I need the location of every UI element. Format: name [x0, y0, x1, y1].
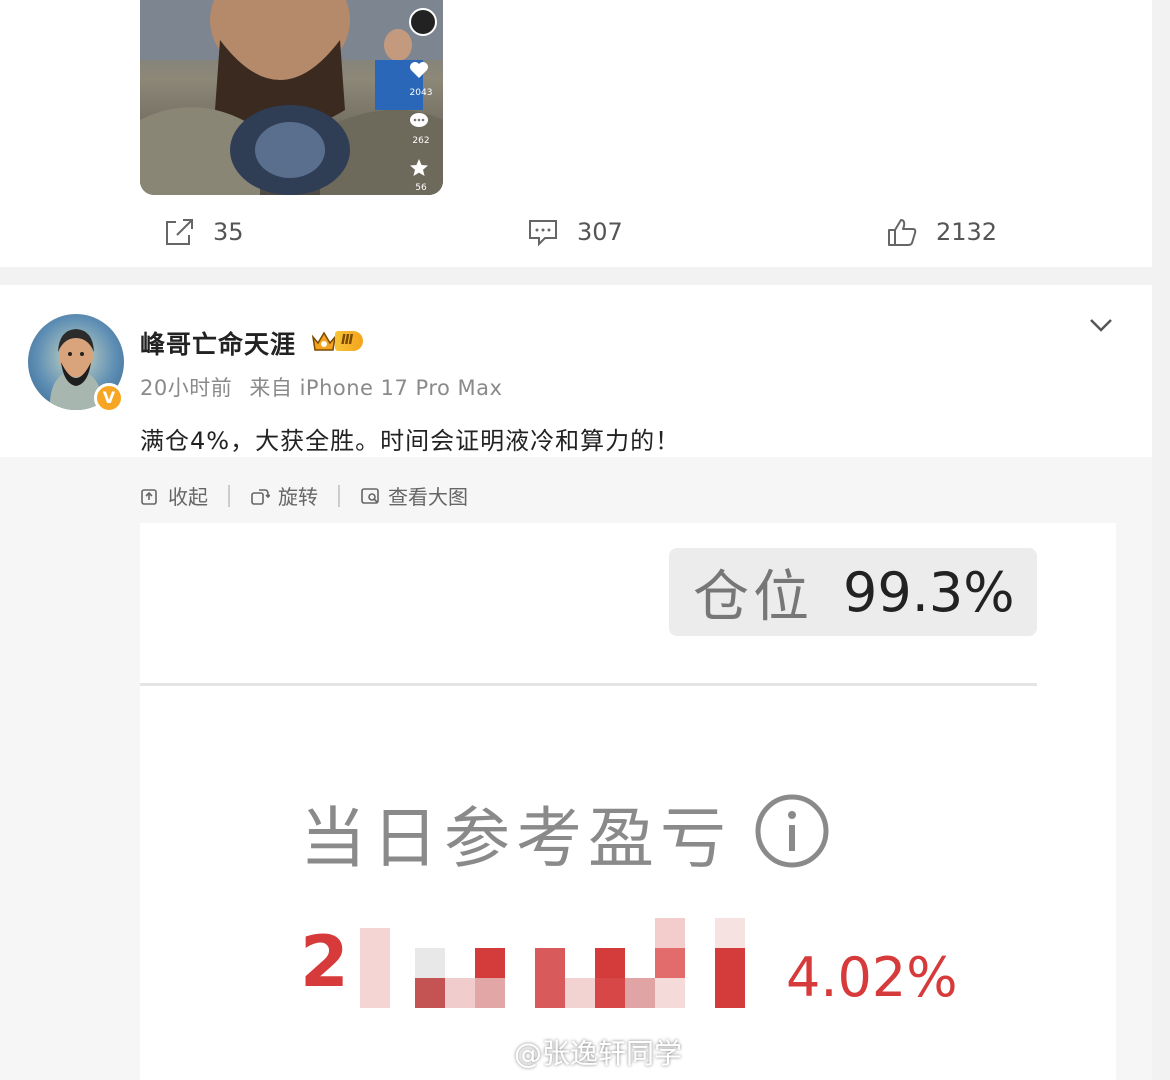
thumbs-up-icon [888, 219, 917, 246]
video-favorite-count: 56 [415, 183, 427, 193]
view-large-label: 查看大图 [388, 485, 468, 509]
position-value: 99.3% [843, 560, 1015, 624]
pnl-label: 当日参考盈亏 [300, 800, 732, 877]
video-like-count: 2043 [409, 88, 433, 98]
image-divider [140, 683, 1037, 686]
video-comment-count: 262 [412, 136, 430, 146]
pnl-percent: 4.02% [786, 946, 958, 1009]
previous-post-card: 2043 262 56 35 307 2132 [0, 0, 1152, 267]
post-time: 20小时前 [140, 376, 233, 400]
info-icon [754, 793, 830, 873]
rotate-label: 旋转 [278, 485, 318, 509]
toolbar-divider [228, 484, 230, 507]
collapse-icon [141, 488, 157, 505]
view-large-button[interactable]: 查看大图 [360, 481, 468, 510]
pixelated-mosaic [360, 918, 745, 1008]
post-meta: 20小时前 来自 iPhone 17 Pro Max [140, 372, 512, 402]
username[interactable]: 峰哥亡命天涯 [140, 325, 296, 361]
watermark-text: @张逸轩同学 [514, 1037, 683, 1070]
comment-count: 307 [577, 218, 623, 246]
verified-badge: V [94, 383, 124, 413]
post-action-bar: 35 307 2132 [0, 210, 1152, 254]
video-frame-image [140, 0, 443, 195]
collapse-button[interactable]: 收起 [140, 481, 208, 510]
chevron-down-icon[interactable] [1088, 317, 1114, 337]
position-label: 仓位 [693, 564, 813, 630]
post-card: V 峰哥亡命天涯 Ⅲ 20小时前 来自 iPhone 17 Pro Max 满仓… [0, 285, 1152, 1080]
share-button[interactable]: 35 [163, 210, 244, 254]
share-icon [166, 219, 193, 245]
vip-badge[interactable]: Ⅲ [311, 328, 364, 354]
like-button[interactable]: 2132 [886, 210, 997, 254]
view-image-icon [361, 487, 379, 504]
position-box: 仓位 99.3% [669, 548, 1037, 636]
weibo-logo-icon [470, 1039, 506, 1067]
image-viewer: 收起 旋转 查看大图 仓位 99.3% 当日参考盈亏 2 4.02% [0, 457, 1152, 1080]
video-thumbnail[interactable]: 2043 262 56 [140, 0, 443, 195]
toolbar-divider [338, 484, 340, 507]
vip-level: Ⅲ [335, 331, 364, 351]
post-source: 来自 iPhone 17 Pro Max [249, 376, 503, 400]
weibo-watermark: @张逸轩同学 [470, 1032, 682, 1072]
crown-icon [311, 331, 337, 351]
share-count: 35 [213, 218, 244, 246]
comment-button[interactable]: 307 [527, 210, 623, 254]
post-text: 满仓4%，大获全胜。时间会证明液冷和算力的！ [140, 427, 681, 455]
pnl-amount: 2 [300, 921, 349, 1003]
comment-icon [529, 220, 557, 247]
post-image[interactable]: 仓位 99.3% 当日参考盈亏 2 4.02% [140, 523, 1116, 1080]
rotate-button[interactable]: 旋转 [250, 481, 318, 510]
rotate-icon [251, 488, 270, 505]
image-toolbar: 收起 旋转 查看大图 [140, 481, 468, 510]
like-count: 2132 [936, 218, 998, 246]
collapse-label: 收起 [168, 485, 208, 509]
